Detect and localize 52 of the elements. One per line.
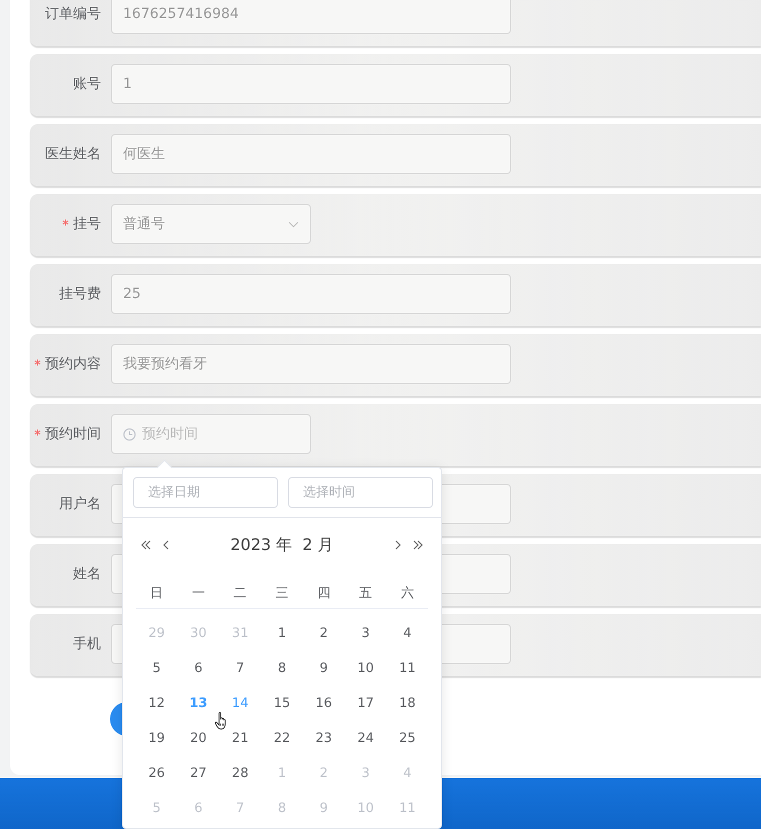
field-label: 用户名 xyxy=(59,495,101,513)
weekday-label: 五 xyxy=(358,585,374,603)
calendar-day[interactable]: 27 xyxy=(190,756,207,791)
calendar-day[interactable]: 7 xyxy=(236,651,244,686)
calendar-day[interactable]: 16 xyxy=(316,686,332,721)
calendar-day[interactable]: 2 xyxy=(320,616,328,651)
clock-icon xyxy=(123,428,136,440)
chevron-down-icon xyxy=(288,220,299,228)
calendar-day[interactable]: 1 xyxy=(278,616,286,651)
calendar-day[interactable]: 18 xyxy=(399,686,416,721)
weekday-label: 六 xyxy=(400,585,415,603)
field-label: 挂号 xyxy=(73,215,101,233)
calendar-day[interactable]: 26 xyxy=(148,756,165,791)
field-label: 手机 xyxy=(73,635,101,653)
calendar-day[interactable]: 3 xyxy=(361,616,370,651)
field-label: 账号 xyxy=(73,75,101,93)
chevron-right-icon[interactable] xyxy=(395,540,401,550)
calendar-day[interactable]: 22 xyxy=(274,721,290,756)
weekday-label: 四 xyxy=(316,585,332,603)
calendar-day[interactable]: 9 xyxy=(320,651,328,686)
field-label: 预约时间 xyxy=(45,425,101,443)
calendar-day[interactable]: 17 xyxy=(357,686,374,721)
calendar-day[interactable]: 12 xyxy=(148,686,165,721)
calendar-day[interactable]: 23 xyxy=(316,721,332,756)
calendar-day[interactable]: 20 xyxy=(190,721,207,756)
weekday-label: 日 xyxy=(149,585,164,603)
weekday-label: 三 xyxy=(274,585,290,603)
field-label: 姓名 xyxy=(73,565,101,583)
calendar-day[interactable]: 28 xyxy=(232,756,248,791)
calendar-day[interactable]: 8 xyxy=(278,651,286,686)
double-chevron-right-icon[interactable] xyxy=(413,540,423,550)
weekday-label: 二 xyxy=(232,585,248,603)
double-chevron-left-icon[interactable] xyxy=(141,540,151,550)
calendar-day[interactable]: 4 xyxy=(403,616,412,651)
calendar-day[interactable]: 6 xyxy=(194,651,203,686)
date-input[interactable]: 选择日期 xyxy=(133,477,278,508)
field-label: 医生姓名 xyxy=(45,145,101,163)
weekday-label: 一 xyxy=(190,585,206,603)
field-label: 预约内容 xyxy=(45,355,101,373)
calendar-day[interactable]: 25 xyxy=(399,721,416,756)
time-input[interactable]: 选择时间 xyxy=(288,477,433,508)
calendar-day[interactable]: 5 xyxy=(152,651,161,686)
calendar-day[interactable]: 21 xyxy=(232,721,248,756)
month-title: 2023 年 2 月 xyxy=(229,534,335,556)
calendar-day[interactable]: 10 xyxy=(357,651,374,686)
calendar-day[interactable]: 24 xyxy=(357,721,374,756)
field-label: 挂号费 xyxy=(59,285,101,303)
calendar-day[interactable]: 11 xyxy=(399,651,416,686)
chevron-left-icon[interactable] xyxy=(163,540,169,550)
field-label: 订单编号 xyxy=(45,5,101,23)
calendar-day[interactable]: 15 xyxy=(274,686,290,721)
calendar-day[interactable]: 19 xyxy=(148,721,165,756)
